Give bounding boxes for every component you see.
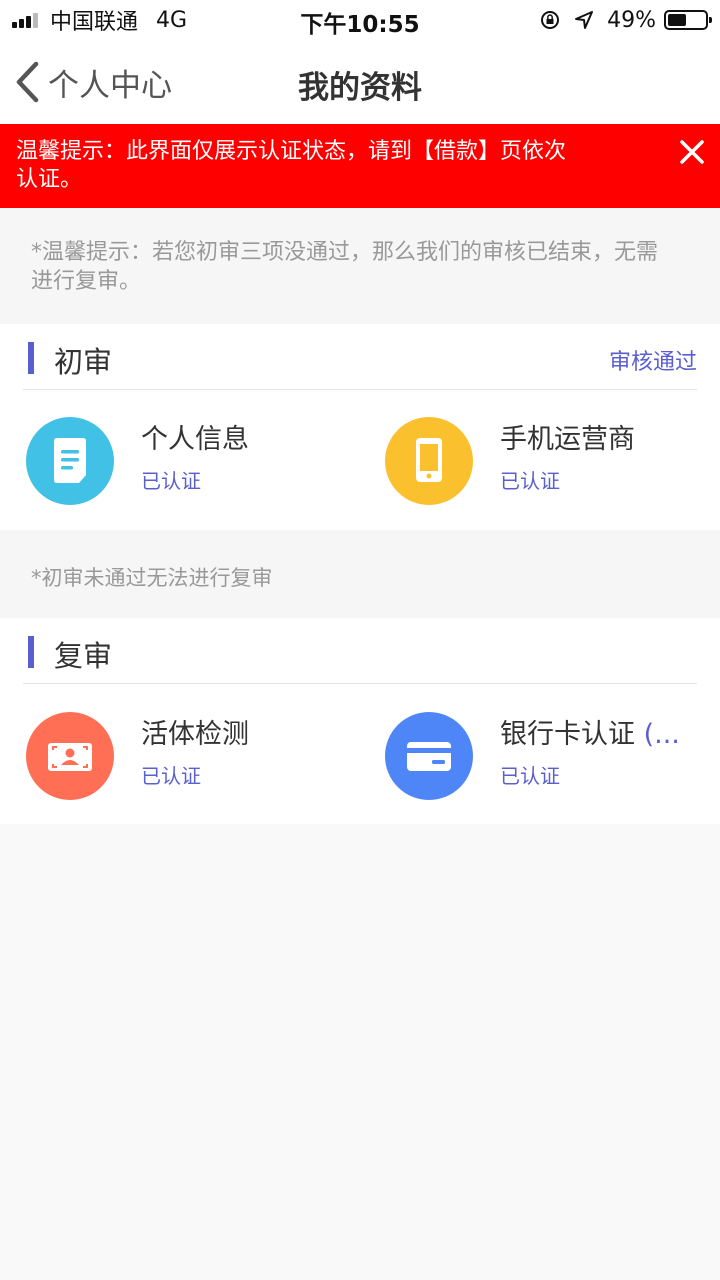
item-title-more: (... — [643, 719, 680, 750]
personal-info-item[interactable]: 个人信息 已认证 — [26, 417, 356, 517]
page-title: 我的资料 — [298, 70, 422, 106]
location-arrow-icon — [575, 11, 594, 29]
item-title: 手机运营商 — [500, 424, 635, 455]
document-icon — [26, 417, 114, 505]
phone-icon — [385, 417, 473, 505]
initial-review-section: 初审 审核通过 个人信息 已认证 手机运营商 已认证 — [0, 324, 720, 530]
face-scan-icon — [26, 712, 114, 800]
item-status: 已认证 — [500, 764, 560, 788]
second-review-section: 复审 活体检测 已认证 银行卡认证 (... 已认证 — [0, 618, 720, 824]
section-accent-bar — [28, 342, 34, 374]
item-title: 活体检测 — [141, 719, 249, 750]
section-accent-bar — [28, 636, 34, 668]
section-title: 初审 — [54, 345, 113, 379]
status-bar: 中国联通 4G 下午10:55 49% — [0, 0, 720, 40]
section-header: 初审 审核通过 — [23, 324, 697, 390]
rotation-lock-icon — [541, 11, 560, 29]
mobile-carrier-item[interactable]: 手机运营商 已认证 — [385, 417, 715, 517]
section-title: 复审 — [54, 639, 113, 673]
item-status: 已认证 — [141, 764, 201, 788]
battery-level — [668, 14, 686, 26]
bank-card-item[interactable]: 银行卡认证 (... 已认证 — [385, 712, 715, 812]
review-tip: *温馨提示：若您初审三项没通过，那么我们的审核已结束，无需进行复审。 — [0, 208, 720, 324]
item-title-text: 银行卡认证 — [500, 719, 635, 750]
notice-text: 温馨提示：此界面仅展示认证状态，请到【借款】页依次认证。 — [16, 139, 567, 192]
close-icon[interactable] — [678, 138, 706, 166]
navigation-bar: 个人中心 我的资料 — [0, 40, 720, 124]
liveness-detection-item[interactable]: 活体检测 已认证 — [26, 712, 356, 812]
status-bar-right: 49% — [539, 6, 712, 34]
battery-icon — [664, 10, 712, 30]
second-review-tip-text: *初审未通过无法进行复审 — [31, 566, 273, 590]
battery-percent-label: 49% — [607, 7, 656, 33]
item-status: 已认证 — [141, 469, 201, 493]
item-title: 银行卡认证 (... — [500, 712, 680, 751]
notice-banner: 温馨提示：此界面仅展示认证状态，请到【借款】页依次认证。 — [0, 124, 720, 208]
item-title: 个人信息 — [141, 424, 249, 455]
review-tip-text: *温馨提示：若您初审三项没通过，那么我们的审核已结束，无需进行复审。 — [31, 240, 659, 294]
section-header: 复审 — [23, 618, 697, 684]
review-status: 审核通过 — [608, 350, 697, 375]
bank-card-icon — [385, 712, 473, 800]
item-status: 已认证 — [500, 469, 560, 493]
second-review-tip: *初审未通过无法进行复审 — [0, 530, 720, 618]
